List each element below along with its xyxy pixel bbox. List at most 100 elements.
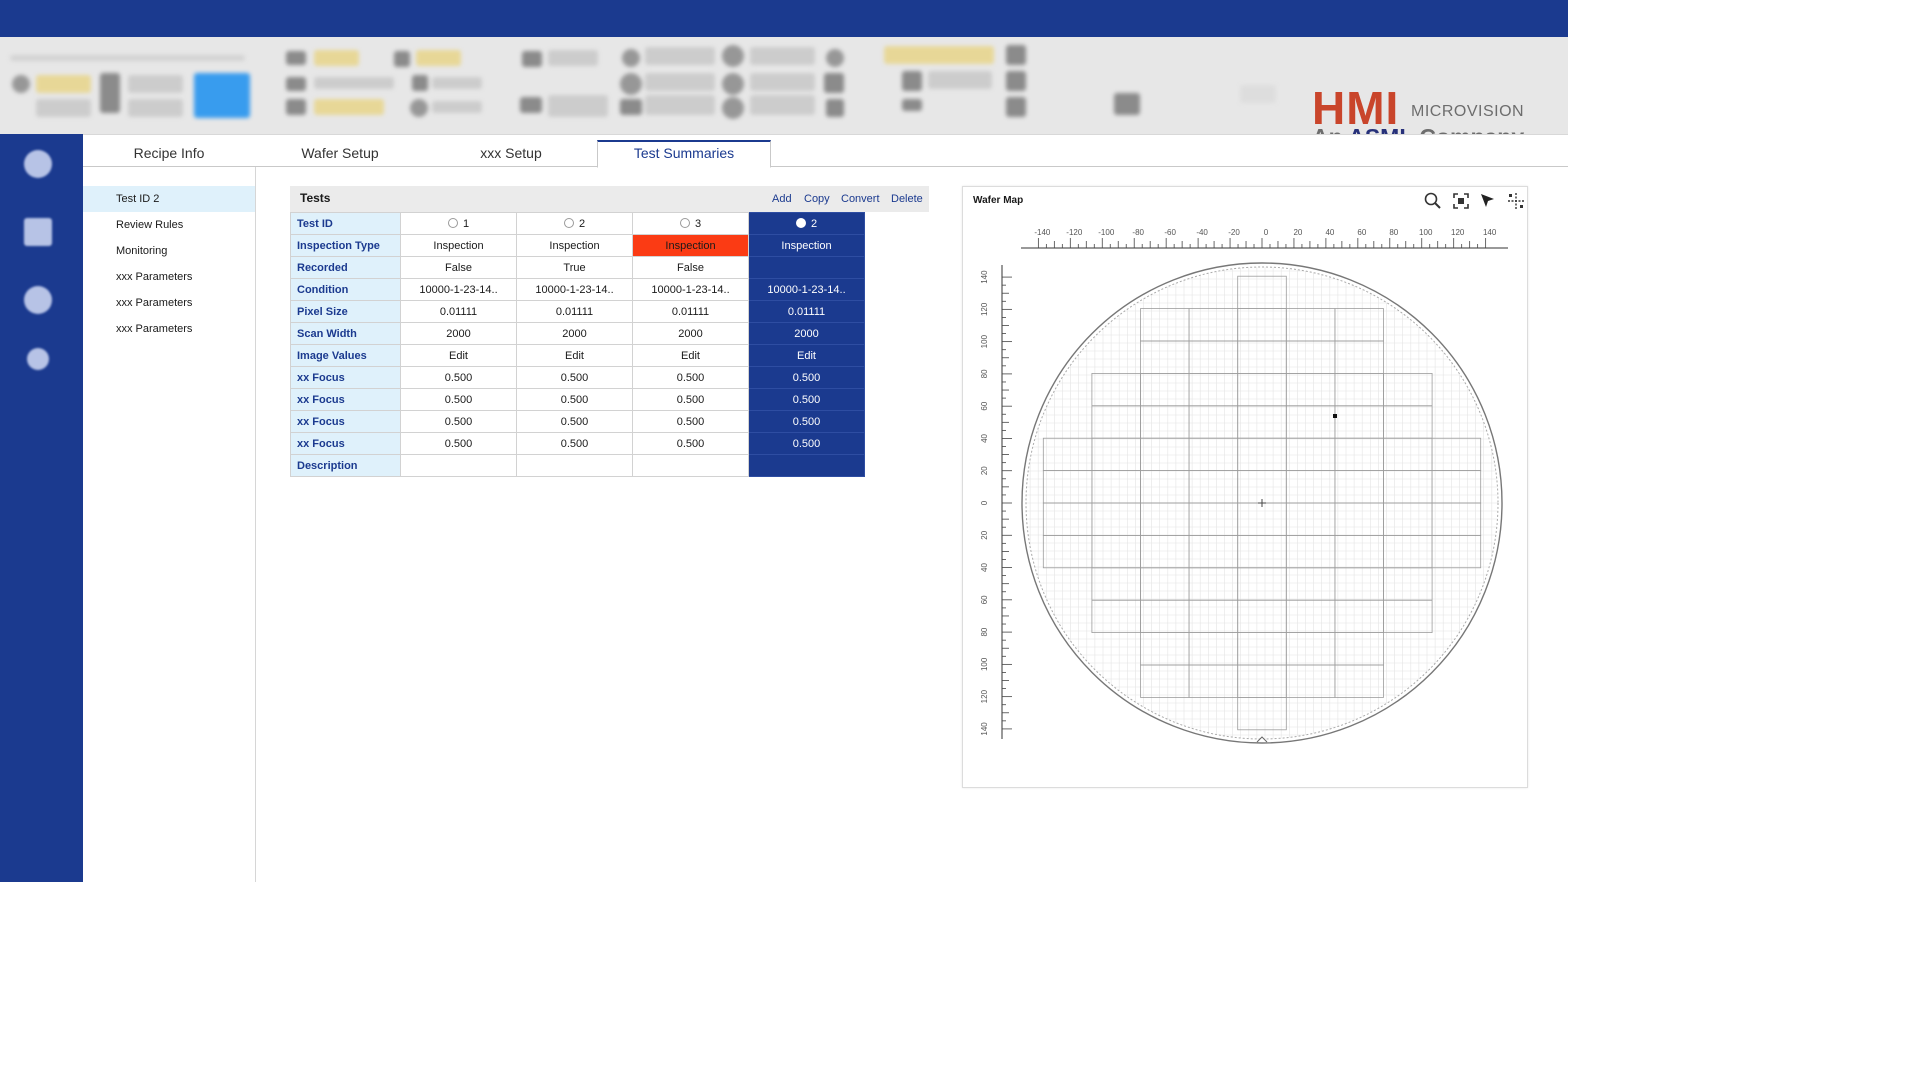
fit-view-icon[interactable] [1451, 191, 1471, 211]
y-tick-label: 120 [980, 302, 989, 316]
nav-recipe[interactable] [0, 286, 83, 346]
test-select-radio[interactable] [795, 217, 806, 228]
sidebar-item-parameters[interactable]: xxx Parameters [83, 290, 255, 316]
table-cell[interactable]: 0.500 [748, 366, 865, 389]
table-cell[interactable] [632, 454, 749, 477]
table-cell[interactable]: Inspection [516, 234, 633, 257]
table-cell[interactable]: 0.500 [516, 388, 633, 411]
table-cell[interactable]: 0.500 [632, 388, 749, 411]
table-row: xx Focus 0.500 0.500 0.500 0.500 [290, 366, 865, 389]
tab-xxx-setup[interactable]: xxx Setup [425, 142, 597, 166]
table-cell[interactable]: False [400, 256, 517, 279]
microvision-label: MICROVISION [1411, 103, 1525, 120]
table-cell[interactable]: 0.500 [516, 410, 633, 433]
table-cell[interactable]: 0.01111 [400, 300, 517, 323]
table-cell[interactable]: 0.500 [632, 410, 749, 433]
table-cell[interactable]: 0.500 [400, 366, 517, 389]
select-pointer-icon[interactable] [1478, 191, 1498, 211]
x-tick-label: -40 [1196, 228, 1208, 237]
table-cell[interactable]: 2000 [400, 322, 517, 345]
nav-system[interactable] [0, 218, 83, 278]
y-tick-label: 100 [980, 334, 989, 348]
x-tick-label: 60 [1357, 228, 1366, 237]
row-header: xx Focus [290, 366, 401, 389]
tab-wafer-setup[interactable]: Wafer Setup [254, 142, 426, 166]
y-tick-label: 80 [980, 627, 989, 636]
sidebar-item-review-rules[interactable]: Review Rules [83, 212, 255, 238]
wafer-map-title: Wafer Map [973, 195, 1024, 206]
table-cell[interactable]: 0.500 [400, 388, 517, 411]
zoom-icon[interactable] [1423, 191, 1443, 211]
table-cell[interactable]: False [632, 256, 749, 279]
tab-test-summaries[interactable]: Test Summaries [597, 140, 771, 168]
y-tick-label: 100 [980, 657, 989, 671]
table-cell[interactable]: Edit [516, 344, 633, 367]
table-cell[interactable]: 0.500 [632, 432, 749, 455]
nav-job[interactable] [0, 348, 83, 408]
table-cell[interactable]: True [516, 256, 633, 279]
table-cell[interactable]: Edit [400, 344, 517, 367]
table-row: Image Values Edit Edit Edit Edit [290, 344, 865, 367]
table-cell[interactable]: 2000 [748, 322, 865, 345]
sidebar-item-monitoring[interactable]: Monitoring [83, 238, 255, 264]
test-select-radio[interactable] [563, 217, 574, 228]
row-header: Test ID [290, 212, 401, 235]
test-id-cell[interactable]: 2 [516, 212, 633, 235]
table-cell[interactable]: 10000-1-23-14.. [632, 278, 749, 301]
copy-button[interactable]: Copy [804, 186, 830, 212]
row-header: Pixel Size [290, 300, 401, 323]
tests-header: Tests Add Copy Convert Delete [290, 186, 929, 212]
table-cell[interactable]: 0.500 [748, 388, 865, 411]
wafer-map-canvas[interactable]: -140 -120 -100 -80 -60 -40 -20 0 20 40 60 80 100 120 1… [963, 217, 1527, 787]
table-cell[interactable]: 0.01111 [748, 300, 865, 323]
table-cell[interactable]: 0.500 [748, 432, 865, 455]
table-cell[interactable]: 10000-1-23-14.. [516, 278, 633, 301]
table-cell[interactable] [748, 454, 865, 477]
sidebar-item-test-id[interactable]: Test ID 2 [83, 186, 255, 212]
table-row: Recorded False True False [290, 256, 865, 279]
table-cell[interactable]: Edit [748, 344, 865, 367]
table-cell[interactable]: 0.500 [400, 432, 517, 455]
table-cell[interactable] [748, 256, 865, 279]
test-select-radio[interactable] [447, 217, 458, 228]
table-cell[interactable]: 0.500 [516, 366, 633, 389]
delete-button[interactable]: Delete [891, 186, 923, 212]
table-cell[interactable]: 0.01111 [632, 300, 749, 323]
test-id-cell[interactable]: 2 [748, 212, 865, 235]
test-select-radio[interactable] [679, 217, 690, 228]
add-button[interactable]: Add [772, 186, 792, 212]
y-tick-label: 80 [980, 369, 989, 378]
table-cell[interactable]: Inspection [632, 234, 749, 257]
table-cell[interactable]: Edit [632, 344, 749, 367]
nav-wafer-load[interactable] [0, 150, 83, 210]
test-id-label: 1 [462, 217, 470, 230]
table-cell[interactable]: 0.500 [632, 366, 749, 389]
table-row: Scan Width 2000 2000 2000 2000 [290, 322, 865, 345]
table-cell[interactable]: 0.01111 [516, 300, 633, 323]
table-cell[interactable]: 2000 [632, 322, 749, 345]
table-row: Inspection Type Inspection Inspection Inspe… [290, 234, 865, 257]
defect-marker [1333, 414, 1337, 418]
table-cell[interactable]: 0.500 [748, 410, 865, 433]
table-cell[interactable] [400, 454, 517, 477]
grid-view-icon[interactable] [1506, 191, 1526, 211]
sidebar-item-parameters[interactable]: xxx Parameters [83, 316, 255, 342]
table-row: Pixel Size 0.01111 0.01111 0.01111 0.01111 [290, 300, 865, 323]
table-cell[interactable] [516, 454, 633, 477]
convert-button[interactable]: Convert [841, 186, 880, 212]
test-id-cell[interactable]: 1 [400, 212, 517, 235]
tab-recipe-info[interactable]: Recipe Info [83, 142, 255, 166]
test-id-cell[interactable]: 3 [632, 212, 749, 235]
row-header: Description [290, 454, 401, 477]
tests-table: Test ID 1 2 3 2 Inspection Type Inspection Insp… [290, 212, 865, 477]
table-cell[interactable]: 0.500 [400, 410, 517, 433]
table-cell[interactable]: Inspection [400, 234, 517, 257]
sidebar-item-parameters[interactable]: xxx Parameters [83, 264, 255, 290]
x-tick-label: 20 [1293, 228, 1302, 237]
table-cell[interactable]: 10000-1-23-14.. [748, 278, 865, 301]
table-cell[interactable]: Inspection [748, 234, 865, 257]
table-cell[interactable]: 10000-1-23-14.. [400, 278, 517, 301]
table-cell[interactable]: 0.500 [516, 432, 633, 455]
x-tick-label: -100 [1098, 228, 1115, 237]
table-cell[interactable]: 2000 [516, 322, 633, 345]
